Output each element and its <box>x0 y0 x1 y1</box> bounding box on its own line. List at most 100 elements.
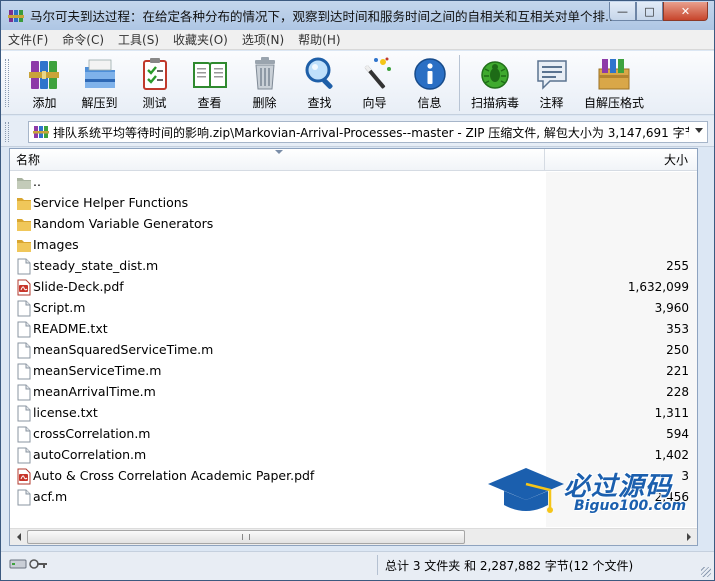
table-row[interactable]: crossCorrelation.m 594 <box>10 424 697 445</box>
table-row[interactable]: meanServiceTime.m 221 <box>10 361 697 382</box>
view-label: 查看 <box>197 96 222 110</box>
watermark-en: Biguo100.com <box>574 498 687 514</box>
file-size: 1,632,099 <box>627 280 689 294</box>
file-name: .. <box>33 174 41 189</box>
scroll-left-button[interactable] <box>10 529 27 545</box>
close-button[interactable]: ✕ <box>663 2 708 21</box>
wizard-label: 向导 <box>362 96 387 110</box>
add-label: 添加 <box>32 96 57 110</box>
column-size-header[interactable]: 大小 <box>546 149 696 171</box>
table-row[interactable]: steady_state_dist.m 255 <box>10 256 697 277</box>
file-name: Images <box>33 237 79 252</box>
file-name: meanArrivalTime.m <box>33 384 156 399</box>
find-label: 查找 <box>307 96 332 110</box>
wizard-button[interactable]: 向导 <box>347 51 402 111</box>
extract-to-button[interactable]: 解压到 <box>72 51 127 111</box>
file-size: 250 <box>666 343 689 357</box>
comment-button[interactable]: 注释 <box>524 51 579 111</box>
table-row[interactable]: Service Helper Functions <box>10 193 697 214</box>
parent-folder-icon <box>16 174 32 191</box>
pdf-icon <box>16 279 32 296</box>
address-field[interactable]: 排队系统平均等待时间的影响.zip\Markovian-Arrival-Proc… <box>28 121 708 143</box>
virus-bug-icon <box>476 55 514 93</box>
resize-grip-icon[interactable] <box>701 567 711 577</box>
file-icon <box>16 384 32 401</box>
address-path: 排队系统平均等待时间的影响.zip\Markovian-Arrival-Proc… <box>53 125 689 140</box>
status-drive-key-icon[interactable] <box>9 557 49 571</box>
magic-wand-icon <box>356 55 394 93</box>
sort-arrow-icon <box>275 150 283 154</box>
table-row[interactable]: Images <box>10 235 697 256</box>
table-row[interactable]: license.txt 1,311 <box>10 403 697 424</box>
find-button[interactable]: 查找 <box>292 51 347 111</box>
file-icon <box>16 489 32 506</box>
address-grip[interactable] <box>5 122 9 142</box>
file-icon <box>16 300 32 317</box>
extract-folder-icon <box>81 55 119 93</box>
file-size: 1,402 <box>654 448 689 462</box>
menu-commands[interactable]: 命令(C) <box>55 31 111 48</box>
folder-icon <box>16 237 32 254</box>
table-row[interactable]: .. <box>10 172 697 193</box>
status-summary: 总计 3 文件夹 和 2,287,882 字节(12 个文件) <box>385 559 634 573</box>
table-row[interactable]: Random Variable Generators <box>10 214 697 235</box>
toolbar-grip[interactable] <box>5 59 9 107</box>
comment-icon <box>533 55 571 93</box>
delete-button[interactable]: 删除 <box>237 51 292 111</box>
horizontal-scrollbar[interactable] <box>10 528 697 545</box>
table-row[interactable]: meanSquaredServiceTime.m 250 <box>10 340 697 361</box>
file-name: Slide-Deck.pdf <box>33 279 124 294</box>
scan-virus-label: 扫描病毒 <box>470 96 519 110</box>
pdf-icon <box>16 468 32 485</box>
file-name: crossCorrelation.m <box>33 426 151 441</box>
address-bar: 排队系统平均等待时间的影响.zip\Markovian-Arrival-Proc… <box>1 116 714 147</box>
table-row[interactable]: Slide-Deck.pdf 1,632,099 <box>10 277 697 298</box>
file-icon <box>16 258 32 275</box>
menu-options[interactable]: 选项(N) <box>235 31 291 48</box>
delete-label: 删除 <box>252 96 277 110</box>
view-button[interactable]: 查看 <box>182 51 237 111</box>
zip-archive-icon <box>33 125 49 139</box>
search-icon <box>301 55 339 93</box>
table-row[interactable]: README.txt 353 <box>10 319 697 340</box>
menu-help[interactable]: 帮助(H) <box>291 31 347 48</box>
menu-bar: 文件(F) 命令(C) 工具(S) 收藏夹(O) 选项(N) 帮助(H) <box>1 30 714 50</box>
sfx-button[interactable]: 自解压格式 <box>579 51 649 111</box>
scroll-thumb[interactable] <box>27 530 465 544</box>
sfx-box-icon <box>595 55 633 93</box>
table-row[interactable]: Script.m 3,960 <box>10 298 697 319</box>
address-dropdown-icon[interactable] <box>695 128 703 133</box>
add-archive-icon <box>26 55 64 93</box>
comment-label: 注释 <box>539 96 564 110</box>
table-row[interactable]: meanArrivalTime.m 228 <box>10 382 697 403</box>
title-bar[interactable]: 马尔可夫到达过程：在给定各种分布的情况下，观察到达时间和服务时间之间的自相关和互… <box>1 1 714 30</box>
scan-virus-button[interactable]: 扫描病毒 <box>466 51 524 111</box>
file-name: autoCorrelation.m <box>33 447 147 462</box>
window-title: 马尔可夫到达过程：在给定各种分布的情况下，观察到达时间和服务时间之间的自相关和互… <box>30 9 617 24</box>
test-button[interactable]: 测试 <box>127 51 182 111</box>
file-name: meanServiceTime.m <box>33 363 162 378</box>
info-button[interactable]: 信息 <box>402 51 457 111</box>
folder-icon <box>16 216 32 233</box>
winrar-app-icon <box>8 8 24 24</box>
menu-tools[interactable]: 工具(S) <box>111 31 166 48</box>
view-book-icon <box>191 55 229 93</box>
minimize-button[interactable]: — <box>609 2 636 21</box>
window-controls: — □ ✕ <box>609 2 708 21</box>
scroll-right-button[interactable] <box>680 529 697 545</box>
maximize-button[interactable]: □ <box>636 2 663 21</box>
trash-icon <box>246 55 284 93</box>
add-button[interactable]: 添加 <box>17 51 72 111</box>
file-size: 228 <box>666 385 689 399</box>
toolbar-separator <box>459 55 460 111</box>
arrow-right-icon <box>686 533 691 541</box>
file-icon <box>16 342 32 359</box>
arrow-left-icon <box>16 533 21 541</box>
file-size: 1,311 <box>654 406 689 420</box>
menu-file[interactable]: 文件(F) <box>1 31 55 48</box>
thumb-grip-icon <box>242 534 250 540</box>
folder-icon <box>16 195 32 212</box>
file-icon <box>16 447 32 464</box>
file-list: 名称 大小 .. Service Helper Functions Random V… <box>9 148 698 546</box>
menu-favorites[interactable]: 收藏夹(O) <box>166 31 235 48</box>
